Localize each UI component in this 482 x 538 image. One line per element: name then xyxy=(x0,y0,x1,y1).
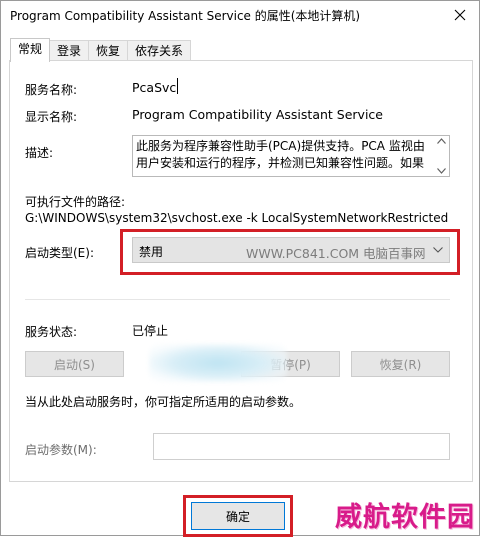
start-params-hint: 当从此处启动服务时，你可指定所适用的启动参数。 xyxy=(25,395,302,409)
tab-strip: 常规 登录 恢复 依存关系 xyxy=(10,38,192,62)
startup-type-value: 禁用 xyxy=(139,245,164,259)
start-button[interactable]: 启动(S) xyxy=(25,351,124,377)
tab-general[interactable]: 常规 xyxy=(10,38,51,62)
blurred-region xyxy=(149,344,287,382)
scroll-down-icon[interactable] xyxy=(437,168,446,174)
chevron-down-icon xyxy=(433,247,443,253)
properties-dialog: Program Compatibility Assistant Service … xyxy=(0,0,480,537)
description-scrollbar[interactable] xyxy=(434,136,449,176)
exe-path-label: 可执行文件的路径: xyxy=(25,195,126,209)
divider xyxy=(25,299,450,300)
start-params-label: 启动参数(M): xyxy=(25,443,97,457)
close-icon xyxy=(454,9,466,21)
site-logo: 威航软件园 xyxy=(335,502,475,533)
description-box[interactable]: 此服务为程序兼容性助手(PCA)提供支持。PCA 监视由用户安装和运行的程序，并… xyxy=(132,135,450,177)
watermark-text: WWW.PC841.COM 电脑百事网 xyxy=(246,246,426,261)
start-params-input[interactable] xyxy=(153,433,450,460)
service-name-value[interactable]: PcaSvc xyxy=(132,80,176,95)
exe-path-value: G:\WINDOWS\system32\svchost.exe -k Local… xyxy=(25,211,449,225)
display-name-value: Program Compatibility Assistant Service xyxy=(132,107,383,122)
ok-button[interactable]: 确定 xyxy=(191,502,285,530)
general-panel xyxy=(9,60,473,482)
startup-type-label: 启动类型(E): xyxy=(25,246,94,260)
window-title: Program Compatibility Assistant Service … xyxy=(10,9,361,23)
close-button[interactable] xyxy=(445,3,475,27)
display-name-label: 显示名称: xyxy=(25,110,78,124)
startup-type-select[interactable]: 禁用 WWW.PC841.COM 电脑百事网 xyxy=(132,237,450,263)
service-status-value: 已停止 xyxy=(132,324,169,338)
text-caret xyxy=(177,78,178,94)
service-status-label: 服务状态: xyxy=(25,325,78,339)
title-bar: Program Compatibility Assistant Service … xyxy=(1,1,479,31)
tab-logon[interactable]: 登录 xyxy=(49,40,90,61)
tab-recovery[interactable]: 恢复 xyxy=(88,40,129,61)
resume-button[interactable]: 恢复(R) xyxy=(351,351,450,377)
description-text: 此服务为程序兼容性助手(PCA)提供支持。PCA 监视由用户安装和运行的程序，并… xyxy=(136,139,425,170)
service-name-label: 服务名称: xyxy=(25,83,78,97)
tab-dependencies[interactable]: 依存关系 xyxy=(127,40,192,61)
scroll-up-icon[interactable] xyxy=(437,138,446,144)
description-label: 描述: xyxy=(25,146,54,160)
